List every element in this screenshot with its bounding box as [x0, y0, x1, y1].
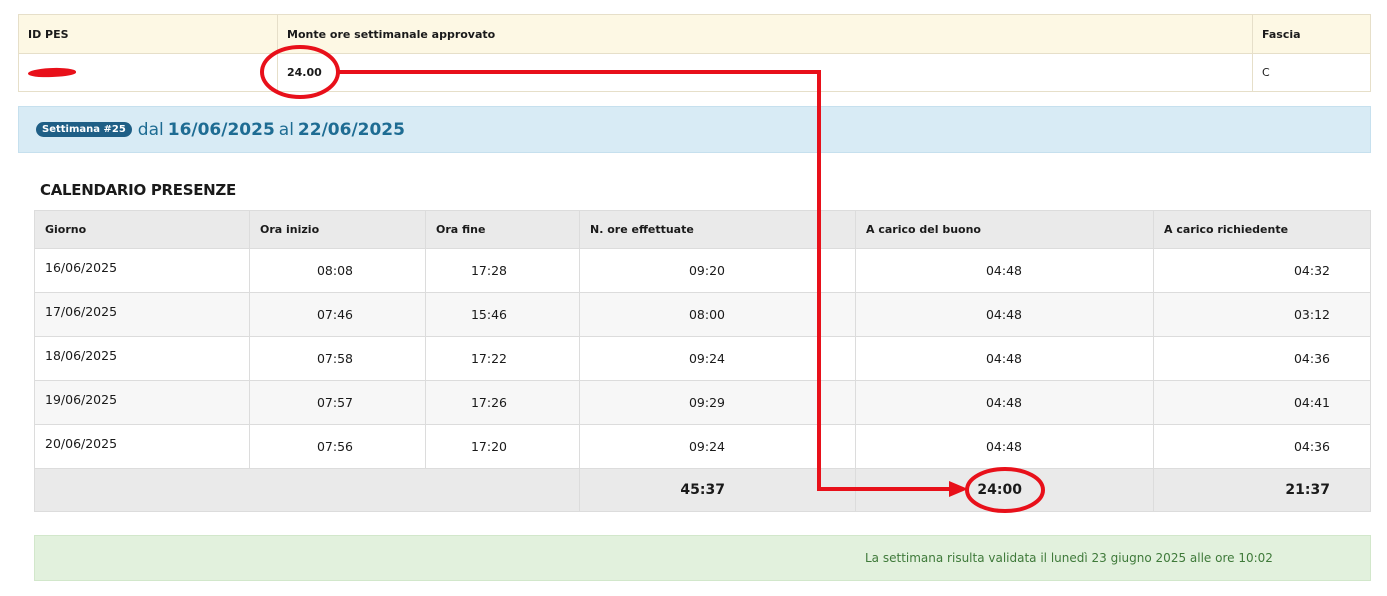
col-id-pes: ID PES	[18, 14, 278, 54]
week-banner: Settimana #25 dal 16/06/2025 al 22/06/20…	[18, 106, 1371, 153]
cell-carico-buono: 04:48	[855, 336, 1154, 381]
week-end-date: 22/06/2025	[297, 119, 405, 140]
col-fascia: Fascia	[1252, 14, 1371, 54]
col-carico-richiedente: A carico richiedente	[1153, 210, 1371, 249]
table-row: 17/06/2025 07:46 15:46 08:00 04:48 03:12	[34, 292, 1371, 337]
total-carico-richiedente: 21:37	[1153, 468, 1371, 512]
cell-carico-buono: 04:48	[855, 248, 1154, 293]
table-row: 18/06/2025 07:58 17:22 09:24 04:48 04:36	[34, 336, 1371, 381]
week-al-label: al	[278, 119, 294, 140]
cell-carico-richiedente: 04:41	[1153, 380, 1371, 425]
cell-carico-buono: 04:48	[855, 380, 1154, 425]
col-ore-effettuate: N. ore effettuate	[579, 210, 856, 249]
week-badge: Settimana #25	[36, 122, 132, 137]
fascia-value: C	[1252, 53, 1371, 92]
cell-giorno: 18/06/2025	[34, 336, 250, 381]
col-ora-fine: Ora fine	[425, 210, 580, 249]
cell-ora-fine: 17:20	[425, 424, 580, 469]
cell-ora-inizio: 07:57	[249, 380, 426, 425]
validation-message: La settimana risulta validata il lunedì …	[34, 535, 1371, 581]
pes-data-row: 24.00 C	[18, 53, 1371, 92]
totals-row: 45:37 24:00 21:37	[34, 468, 1371, 512]
cell-ora-fine: 17:28	[425, 248, 580, 293]
cell-ora-inizio: 07:58	[249, 336, 426, 381]
cell-ore-effettuate: 09:20	[579, 248, 856, 293]
id-pes-value	[18, 53, 278, 92]
cell-ore-effettuate: 09:24	[579, 424, 856, 469]
col-carico-buono: A carico del buono	[855, 210, 1154, 249]
calendar-table: Giorno Ora inizio Ora fine N. ore effett…	[34, 210, 1371, 512]
table-row: 16/06/2025 08:08 17:28 09:20 04:48 04:32	[34, 248, 1371, 293]
cell-ora-fine: 17:26	[425, 380, 580, 425]
calendar-header-row: Giorno Ora inizio Ora fine N. ore effett…	[34, 210, 1371, 249]
cell-ora-inizio: 08:08	[249, 248, 426, 293]
cell-giorno: 20/06/2025	[34, 424, 250, 469]
cell-carico-buono: 04:48	[855, 292, 1154, 337]
table-row: 19/06/2025 07:57 17:26 09:29 04:48 04:41	[34, 380, 1371, 425]
cell-giorno: 16/06/2025	[34, 248, 250, 293]
pes-info-table: ID PES Monte ore settimanale approvato F…	[18, 14, 1371, 92]
cell-carico-richiedente: 03:12	[1153, 292, 1371, 337]
totals-spacer	[34, 468, 580, 512]
col-ora-inizio: Ora inizio	[249, 210, 426, 249]
cell-ore-effettuate: 09:29	[579, 380, 856, 425]
total-carico-buono: 24:00	[855, 468, 1154, 512]
week-dal-label: dal	[137, 119, 164, 140]
cell-carico-richiedente: 04:32	[1153, 248, 1371, 293]
col-monte-ore: Monte ore settimanale approvato	[277, 14, 1253, 54]
pes-header-row: ID PES Monte ore settimanale approvato F…	[18, 14, 1371, 54]
table-row: 20/06/2025 07:56 17:20 09:24 04:48 04:36	[34, 424, 1371, 469]
cell-ore-effettuate: 09:24	[579, 336, 856, 381]
cell-ora-fine: 15:46	[425, 292, 580, 337]
calendar-title: CALENDARIO PRESENZE	[40, 181, 236, 199]
cell-giorno: 17/06/2025	[34, 292, 250, 337]
total-ore-effettuate: 45:37	[579, 468, 856, 512]
cell-giorno: 19/06/2025	[34, 380, 250, 425]
monte-ore-value: 24.00	[277, 53, 1253, 92]
cell-ore-effettuate: 08:00	[579, 292, 856, 337]
week-start-date: 16/06/2025	[167, 119, 275, 140]
cell-carico-buono: 04:48	[855, 424, 1154, 469]
cell-ora-inizio: 07:46	[249, 292, 426, 337]
col-giorno: Giorno	[34, 210, 250, 249]
redaction-mark	[27, 66, 77, 78]
cell-carico-richiedente: 04:36	[1153, 336, 1371, 381]
cell-ora-fine: 17:22	[425, 336, 580, 381]
cell-carico-richiedente: 04:36	[1153, 424, 1371, 469]
cell-ora-inizio: 07:56	[249, 424, 426, 469]
